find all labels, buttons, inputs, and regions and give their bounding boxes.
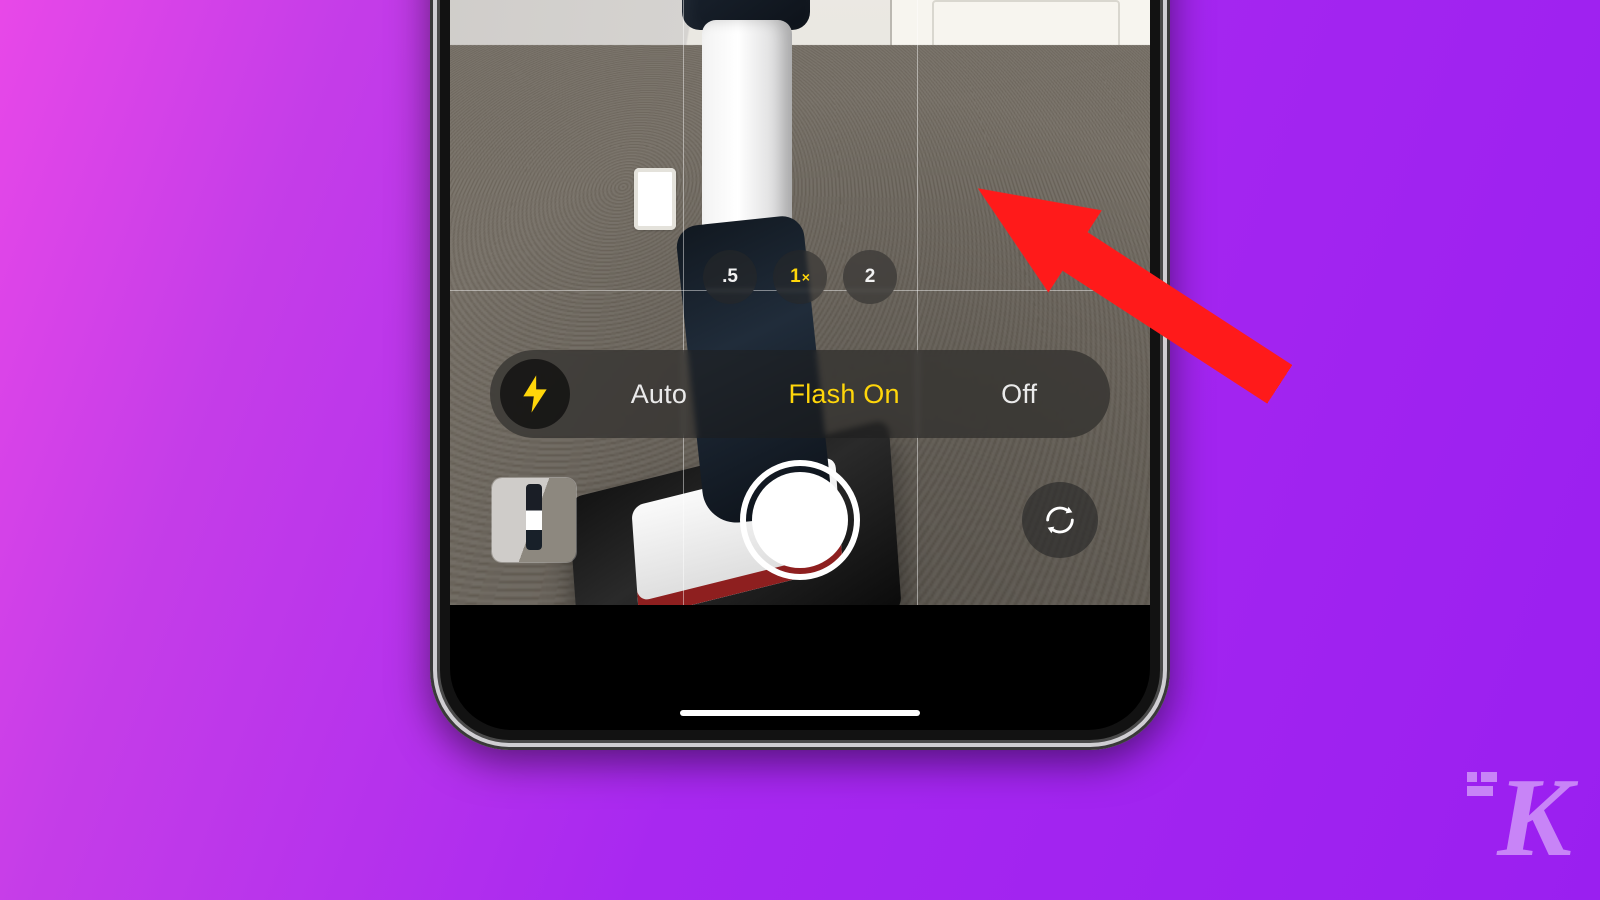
- bolt-icon-svg: [521, 375, 549, 413]
- last-photo-thumbnail[interactable]: [492, 478, 576, 562]
- zoom-label: 2: [865, 266, 876, 288]
- scene-outlet: [634, 168, 676, 230]
- flash-option-off[interactable]: Off: [1001, 379, 1037, 410]
- camera-switch-button[interactable]: [1022, 482, 1098, 558]
- zoom-2x[interactable]: 2: [843, 250, 897, 304]
- camera-bottom-controls: [450, 460, 1150, 620]
- flash-option-on[interactable]: Flash On: [789, 379, 900, 410]
- bolt-icon[interactable]: [500, 359, 570, 429]
- zoom-suffix: ×: [802, 269, 810, 285]
- phone-frame: .5 1× 2 Auto Flash On Off: [430, 0, 1170, 750]
- zoom-label: 1: [790, 266, 801, 288]
- flash-option-auto[interactable]: Auto: [631, 379, 687, 410]
- camera-switch-icon: [1041, 501, 1079, 539]
- phone-screen: .5 1× 2 Auto Flash On Off: [450, 0, 1150, 730]
- shutter-button[interactable]: [740, 460, 860, 580]
- zoom-selector: .5 1× 2: [703, 250, 897, 304]
- flash-options-bar: Auto Flash On Off: [490, 350, 1110, 438]
- zoom-label: .5: [722, 266, 738, 288]
- zoom-1x[interactable]: 1×: [773, 250, 827, 304]
- home-indicator[interactable]: [680, 710, 920, 716]
- watermark: K: [1497, 762, 1566, 874]
- watermark-glyph: K: [1497, 756, 1566, 880]
- zoom-0-5x[interactable]: .5: [703, 250, 757, 304]
